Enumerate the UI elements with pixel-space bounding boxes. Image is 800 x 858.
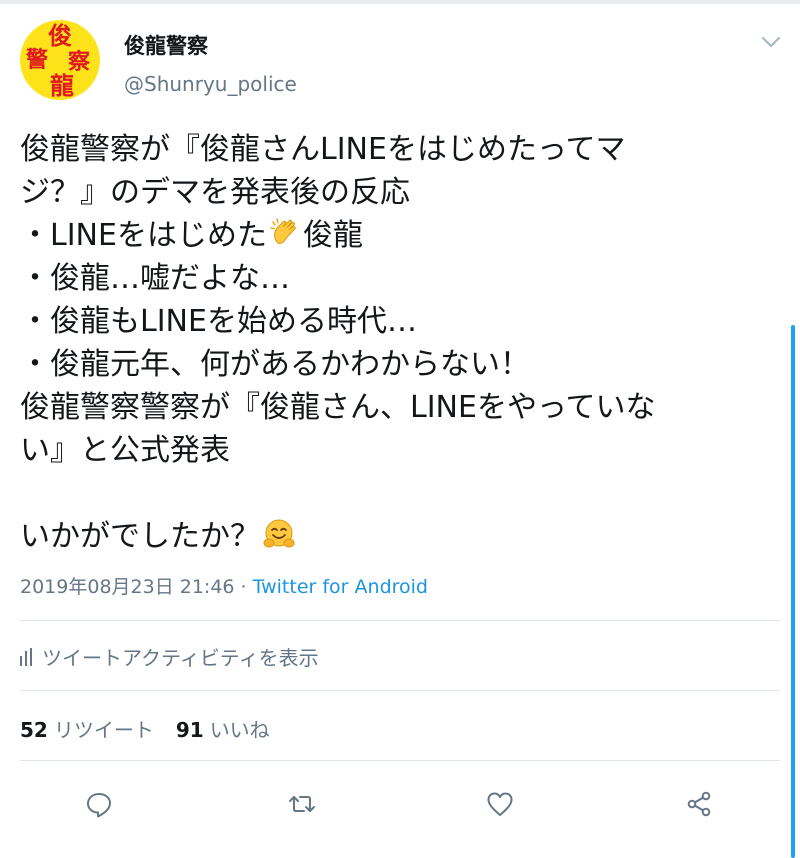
divider [20, 620, 780, 621]
likes-label: いいね [209, 718, 270, 742]
analytics-icon [20, 648, 32, 666]
scrollbar[interactable] [791, 325, 795, 858]
view-activity-label: ツイートアクティビティを表示 [42, 646, 319, 670]
share-icon[interactable] [684, 789, 714, 819]
tweet-meta: 2019年08月23日 21:46 · Twitter for Android [20, 572, 428, 599]
tweet-stats: 52 リツイート 91 いいね [20, 714, 270, 743]
tweet-line: い』と公式発表 [20, 433, 230, 468]
tweet-line [20, 472, 780, 515]
retweet-icon[interactable] [287, 789, 317, 819]
tweet-line: 俊龍警察警察が『俊龍さん、LINEをやっていな [20, 390, 656, 425]
tweet-line: ・俊龍元年、何があるかわからない！ [20, 347, 530, 382]
tweet-text: 俊龍警察が『俊龍さんLINEをはじめたってマ ジ？』のデマを発表後の反応 ・LI… [20, 128, 780, 558]
tweet-line: ・俊龍もLINEを始める時代… [20, 304, 417, 339]
tweet-line-suffix: 俊龍 [302, 218, 363, 253]
tweet-line-text: ・LINEをはじめた [20, 218, 267, 253]
view-activity-link[interactable]: ツイートアクティビティを表示 [20, 642, 319, 671]
likes-stat[interactable]: 91 いいね [176, 718, 270, 742]
avatar-char: 俊 [48, 21, 72, 50]
retweets-stat[interactable]: 52 リツイート [20, 718, 154, 742]
user-handle[interactable]: @Shunryu_police [124, 72, 297, 96]
top-divider [0, 0, 800, 4]
avatar[interactable]: 俊 警 察 龍 [20, 20, 100, 100]
tweet-timestamp[interactable]: 2019年08月23日 21:46 [20, 576, 235, 598]
display-name[interactable]: 俊龍警察 [124, 30, 208, 60]
tweet-line: 俊龍警察が『俊龍さんLINEをはじめたってマ [20, 132, 626, 167]
tweet-source-link[interactable]: Twitter for Android [253, 576, 428, 598]
clapping-hands-emoji [270, 218, 296, 244]
hugging-face-emoji [263, 519, 295, 548]
avatar-char: 龍 [50, 71, 74, 100]
tweet-line: いかがでしたか？ [20, 515, 780, 558]
chevron-down-icon[interactable] [760, 34, 782, 50]
divider [20, 760, 780, 761]
retweets-count: 52 [20, 718, 48, 742]
tweet-line-text: いかがでしたか？ [20, 519, 260, 554]
like-icon[interactable] [485, 789, 515, 819]
tweet-line: ・俊龍…嘘だよな… [20, 261, 290, 296]
tweet-line: ・LINEをはじめた 俊龍 [20, 214, 780, 257]
reply-icon[interactable] [84, 789, 114, 819]
tweet-line: ジ？』のデマを発表後の反応 [20, 175, 410, 210]
avatar-char: 警 [26, 47, 49, 73]
likes-count: 91 [175, 718, 204, 742]
meta-separator: · [234, 576, 253, 598]
divider [20, 690, 780, 691]
retweets-label: リツイート [53, 718, 154, 742]
